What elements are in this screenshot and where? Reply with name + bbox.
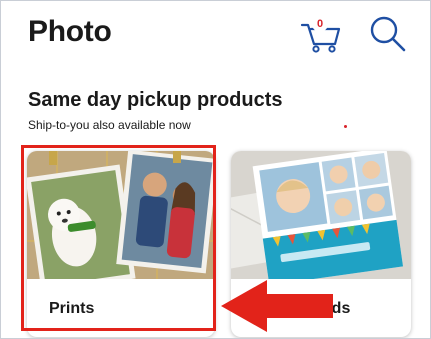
product-card-prints[interactable]: Prints xyxy=(27,151,215,337)
product-label-prints: Prints xyxy=(49,300,95,317)
search-icon xyxy=(370,16,406,52)
red-arrow-icon xyxy=(221,280,333,332)
page-title: Photo xyxy=(28,15,112,48)
prints-collage-photo xyxy=(27,151,215,279)
cards-baby-photo xyxy=(231,151,411,279)
section-title: Same day pickup products xyxy=(28,89,283,111)
search-button[interactable] xyxy=(367,13,409,55)
app-screen: Photo 0 Same day pickup products Ship-to… xyxy=(0,0,431,339)
cart-count-badge: 0 xyxy=(312,16,328,32)
decorative-dot xyxy=(344,125,347,128)
section-subtitle: Ship-to-you also available now xyxy=(28,118,191,132)
cart-button[interactable]: 0 xyxy=(299,13,343,55)
